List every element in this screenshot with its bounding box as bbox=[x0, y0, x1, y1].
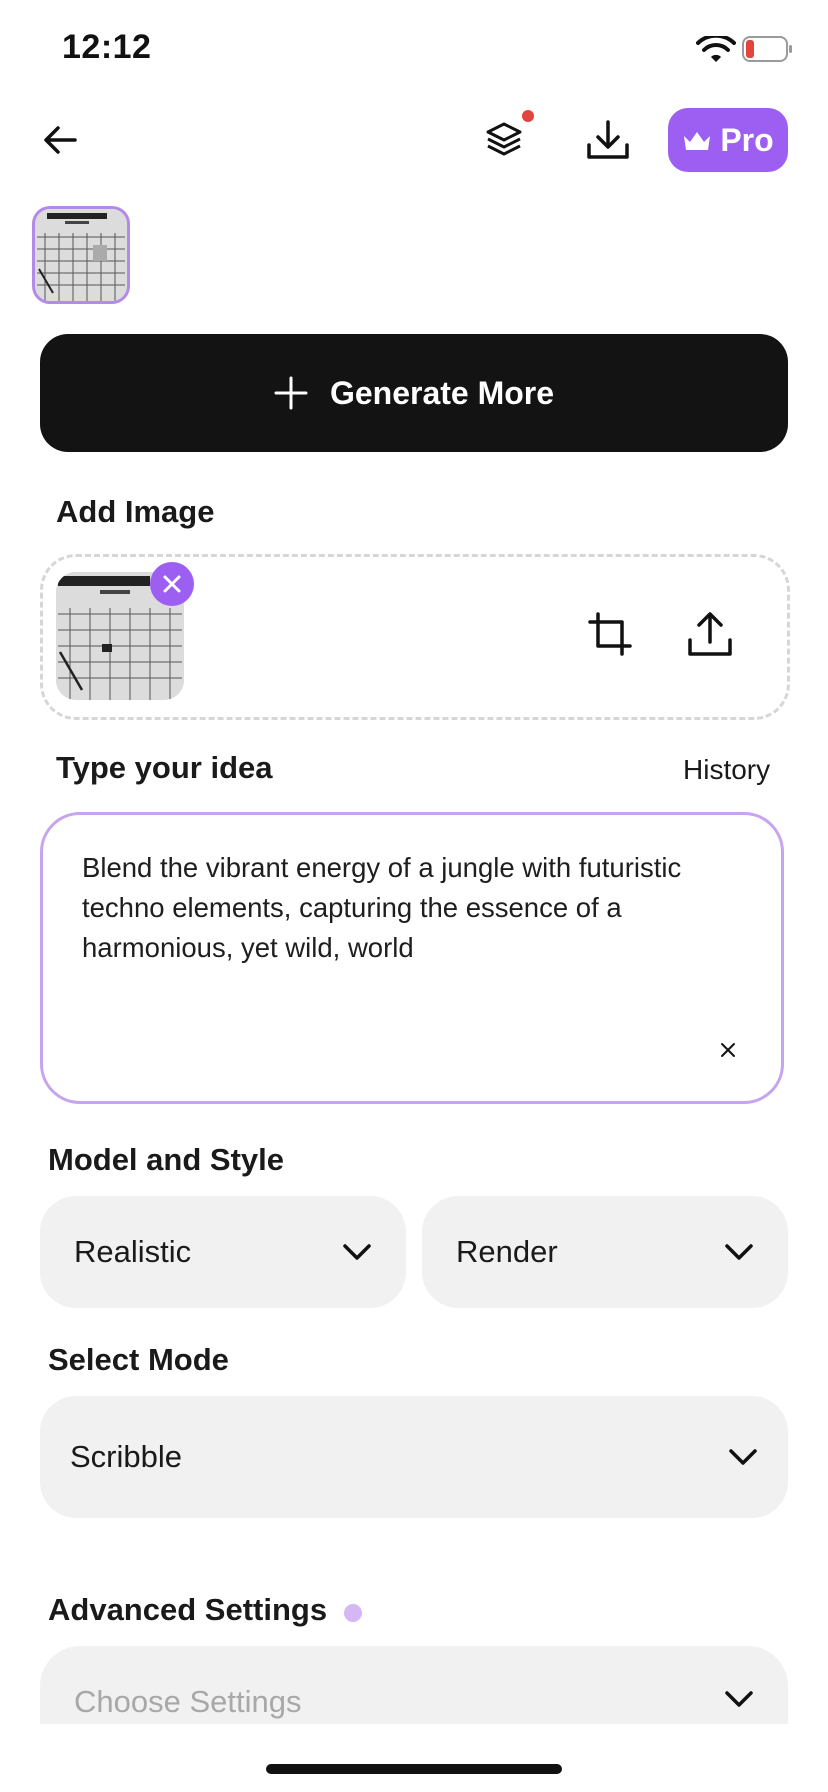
sketch-thumbnail-image bbox=[35, 209, 127, 301]
clear-text-icon[interactable] bbox=[714, 1036, 742, 1064]
pro-button[interactable]: Pro bbox=[668, 108, 788, 172]
mode-select[interactable]: Scribble bbox=[40, 1396, 788, 1518]
model-style-heading: Model and Style bbox=[48, 1142, 284, 1177]
idea-text: Blend the vibrant energy of a jungle wit… bbox=[82, 852, 682, 963]
chevron-down-icon bbox=[729, 1449, 757, 1465]
advanced-indicator-dot bbox=[344, 1604, 362, 1622]
notification-dot bbox=[522, 110, 534, 122]
status-time: 12:12 bbox=[62, 28, 152, 66]
download-button[interactable] bbox=[576, 108, 640, 172]
download-icon bbox=[587, 120, 629, 159]
back-button[interactable] bbox=[28, 108, 92, 172]
home-indicator[interactable] bbox=[266, 1764, 562, 1774]
arrow-left-icon bbox=[44, 126, 77, 154]
wifi-icon bbox=[696, 36, 736, 62]
select-mode-heading: Select Mode bbox=[48, 1342, 229, 1377]
generate-more-button[interactable]: Generate More bbox=[40, 334, 788, 452]
advanced-settings-heading: Advanced Settings bbox=[48, 1592, 328, 1627]
idea-heading: Type your idea bbox=[56, 750, 273, 785]
upload-icon[interactable] bbox=[684, 608, 736, 660]
remove-image-button[interactable] bbox=[150, 562, 194, 606]
crop-icon[interactable] bbox=[584, 608, 636, 660]
advanced-placeholder: Choose Settings bbox=[74, 1684, 302, 1719]
layers-icon bbox=[486, 122, 522, 156]
mode-value: Scribble bbox=[70, 1439, 182, 1474]
battery-icon bbox=[742, 36, 792, 62]
chevron-down-icon bbox=[725, 1691, 753, 1707]
pro-label: Pro bbox=[720, 121, 774, 158]
add-image-heading: Add Image bbox=[56, 494, 215, 529]
plus-icon bbox=[274, 376, 308, 410]
generate-more-label: Generate More bbox=[329, 374, 555, 411]
model-select[interactable]: Realistic bbox=[40, 1196, 406, 1308]
close-icon bbox=[163, 575, 181, 593]
model-value: Realistic bbox=[74, 1234, 192, 1269]
style-select[interactable]: Render bbox=[422, 1196, 788, 1308]
style-value: Render bbox=[456, 1234, 558, 1269]
bottom-safe-area bbox=[0, 1724, 828, 1792]
history-link[interactable]: History bbox=[683, 754, 770, 786]
chevron-down-icon bbox=[725, 1244, 753, 1260]
generated-image-thumbnail[interactable] bbox=[32, 206, 130, 304]
chevron-down-icon bbox=[343, 1244, 371, 1260]
crown-icon bbox=[684, 132, 711, 150]
